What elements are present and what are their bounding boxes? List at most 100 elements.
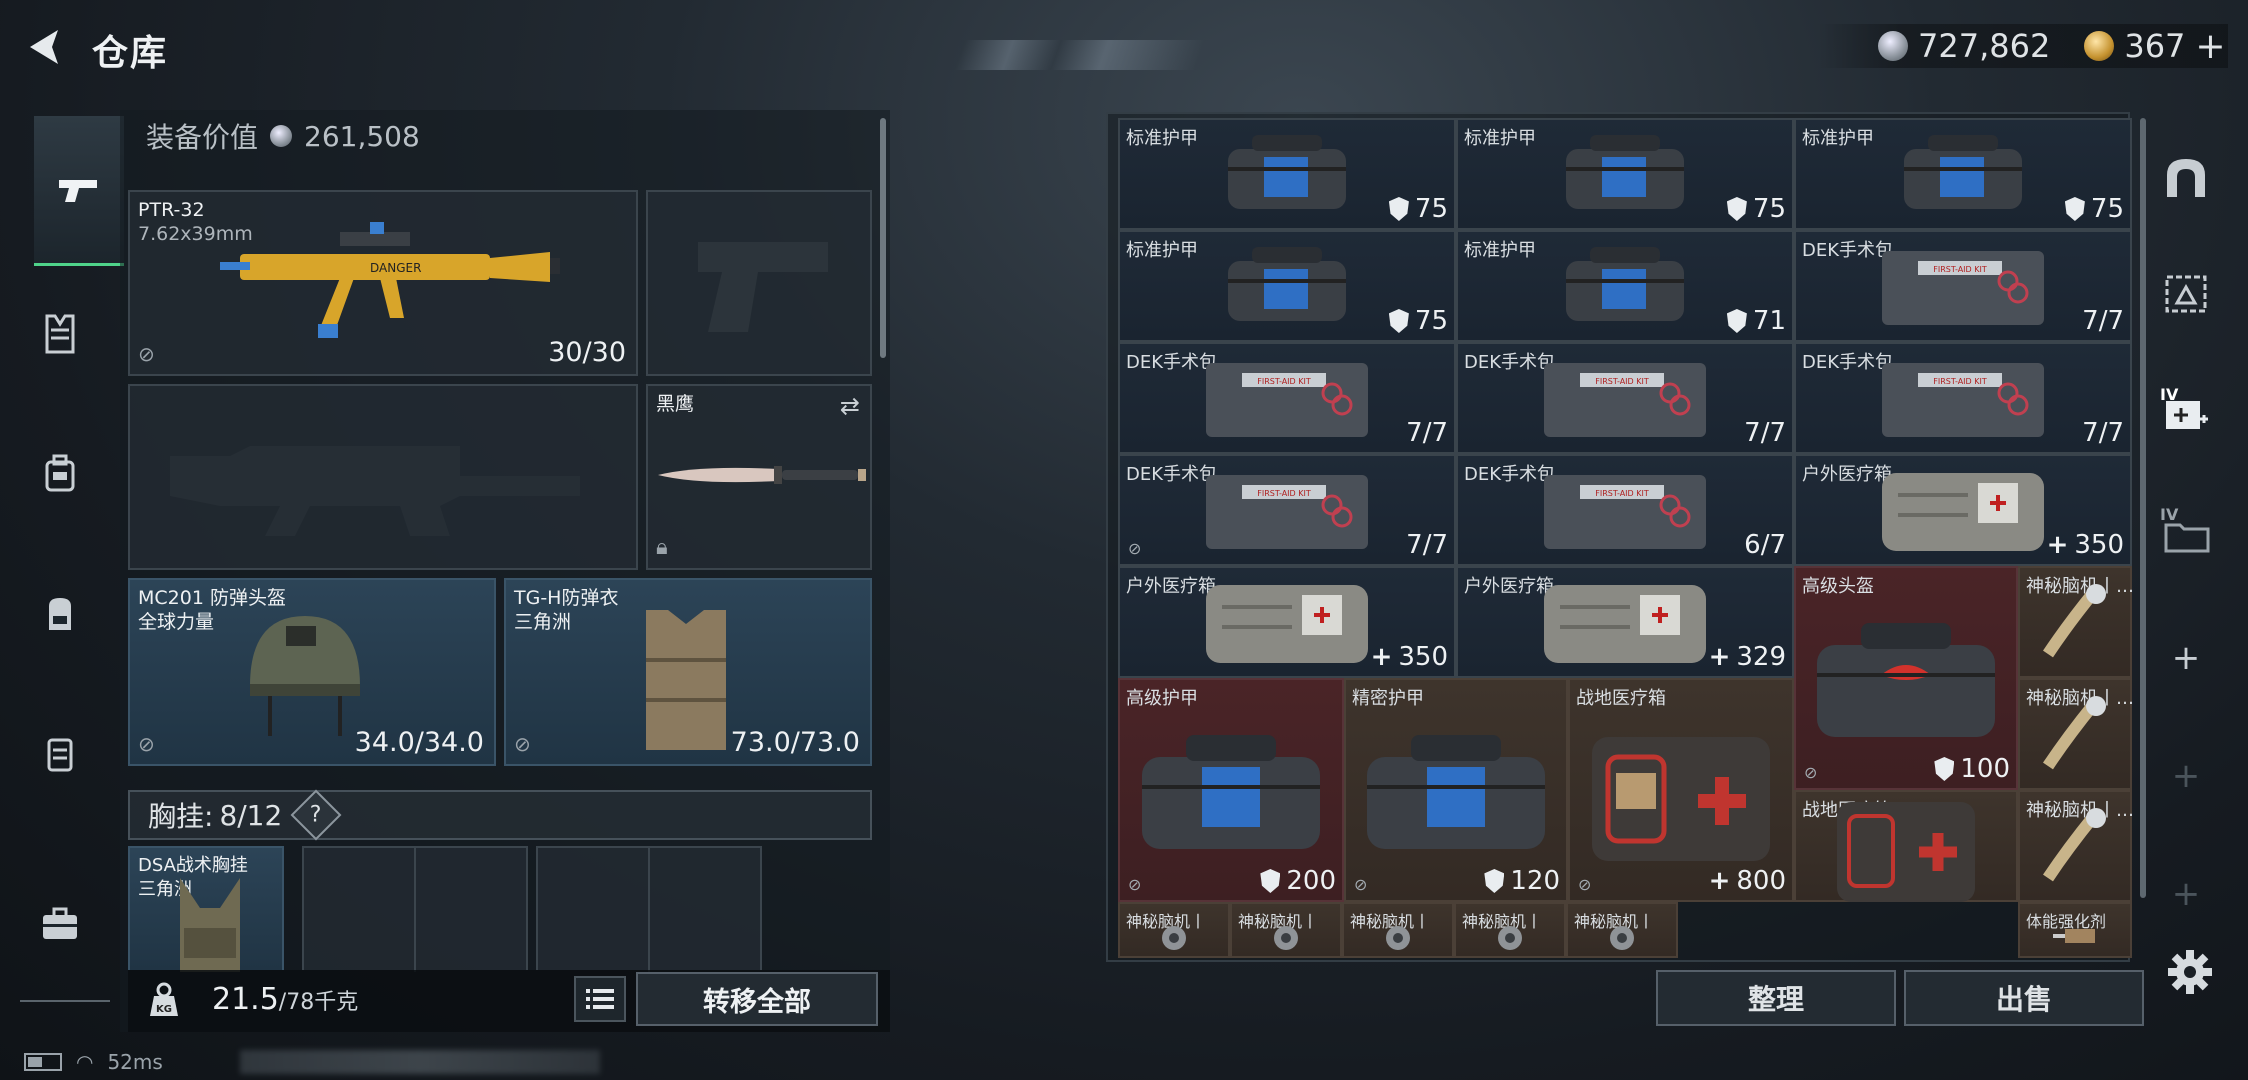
item-value-text: 350 [2074, 530, 2124, 560]
stash-tab-1[interactable] [2154, 146, 2218, 210]
bag-image [1898, 129, 2028, 223]
pouch-slot-2[interactable] [536, 846, 762, 972]
unlock-icon: ⊘ [1128, 539, 1142, 558]
shield-icon [1934, 757, 1955, 781]
chest-rig-capacity: 8/12 [219, 798, 283, 832]
list-icon [586, 989, 614, 1009]
help-button[interactable]: ? [290, 789, 342, 841]
stash-item[interactable]: 神秘脑机丨… [2018, 566, 2132, 678]
melee-slot[interactable]: 黑鹰 ⇄ 🔒︎ [646, 384, 872, 570]
stash-item[interactable]: DEK手术包 FIRST-AID KIT 7/7 [1794, 230, 2132, 342]
stash-item[interactable]: DEK手术包 FIRST-AID KIT 6/7 [1456, 454, 1794, 566]
stash-tab-3[interactable]: IV [2154, 380, 2218, 444]
helmet-tab[interactable] [32, 446, 88, 502]
item-value-text: 75 [1414, 306, 1448, 336]
pouch-slot-1[interactable] [302, 846, 528, 972]
stash-item[interactable]: DEK手术包 FIRST-AID KIT 7/7 [1118, 342, 1456, 454]
secondary-weapon-slot[interactable] [646, 190, 872, 376]
bag-image [1560, 241, 1690, 335]
stash-item[interactable]: 精密护甲 120 ⊘ [1344, 678, 1568, 902]
pouch-image [1202, 577, 1372, 671]
armor-tab[interactable] [32, 306, 88, 362]
stash-item[interactable]: 神秘脑机丨 [1342, 902, 1454, 958]
vault-icon [2167, 159, 2205, 197]
stash-item[interactable]: DEK手术包 FIRST-AID KIT 7/7 [1456, 342, 1794, 454]
svg-text:FIRST-AID KIT: FIRST-AID KIT [1595, 377, 1649, 386]
add-stash-button-3[interactable]: + [2154, 862, 2218, 926]
stash-tab-2[interactable] [2154, 262, 2218, 326]
unlock-icon: ⊘ [1128, 875, 1142, 894]
stash-item[interactable]: 神秘脑机丨 [1230, 902, 1342, 958]
primary-weapon-slot[interactable]: PTR-32 7.62x39mm DANGER ⊘ 30/30 [128, 190, 638, 376]
vest-tab[interactable] [32, 726, 88, 782]
add-stash-button-2[interactable]: + [2154, 744, 2218, 808]
heal-plus-icon: + [1370, 642, 1393, 672]
kit-image: FIRST-AID KIT [1202, 465, 1372, 559]
sort-button[interactable]: 整理 [1656, 970, 1896, 1026]
item-value-text: 6/7 [1744, 530, 1786, 560]
stash-item[interactable]: 神秘脑机丨… [2018, 790, 2132, 902]
silver-amount: 727,862 [1918, 27, 2051, 65]
weight-current: 21.5 [212, 982, 279, 1017]
stash-item[interactable]: 标准护甲 75 [1794, 118, 2132, 230]
gold-amount: 367 [2124, 27, 2186, 65]
stash-item[interactable]: 体能强化剂 [2018, 902, 2132, 958]
stash-item[interactable]: DEK手术包 FIRST-AID KIT 7/7 ⊘ [1118, 454, 1456, 566]
stash-tab-4[interactable]: IV [2154, 500, 2218, 564]
back-arrow-icon[interactable] [22, 24, 68, 70]
stash-item[interactable]: 神秘脑机丨 [1454, 902, 1566, 958]
bag-image [1222, 241, 1352, 335]
item-value: 7/7 [2082, 418, 2124, 448]
helmet-slot[interactable]: MC201 防弹头盔 全球力量 ⊘ 34.0/34.0 [128, 578, 496, 766]
armor-durability: 73.0/73.0 [730, 727, 860, 758]
currency-bar: 727,862 367 + [1818, 24, 2228, 68]
page-title: 仓库 [92, 33, 169, 74]
stash-item[interactable]: 标准护甲 75 [1456, 118, 1794, 230]
weapon-tab[interactable] [34, 116, 124, 266]
unlock-icon: ⊘ [1354, 875, 1368, 894]
equipment-scrollbar[interactable] [880, 118, 886, 358]
transfer-all-button[interactable]: 转移全部 [636, 972, 878, 1026]
shield-icon [1388, 197, 1409, 221]
secondary-primary-slot[interactable] [128, 384, 638, 570]
stash-item[interactable]: 户外医疗箱 +329 [1456, 566, 1794, 678]
sell-button[interactable]: 出售 [1904, 970, 2144, 1026]
kit-image: FIRST-AID KIT [1878, 353, 2048, 447]
item-value: +350 [2047, 530, 2124, 560]
stash-item[interactable]: 户外医疗箱 +350 [1794, 454, 2132, 566]
folder-icon [2164, 523, 2210, 553]
stash-scrollbar[interactable] [2140, 118, 2146, 898]
stash-item[interactable]: 战地医疗箱 +800 ⊘ [1568, 678, 1794, 902]
add-stash-button-1[interactable]: + [2154, 626, 2218, 690]
stash-item[interactable]: 高级护甲 200 ⊘ [1118, 678, 1344, 902]
chest-rig-slot[interactable]: DSA战术胸挂 三角洲 [128, 846, 284, 972]
stash-item[interactable]: 标准护甲 75 [1118, 118, 1456, 230]
swap-icon[interactable]: ⇄ [840, 392, 860, 420]
syringe-image [2045, 923, 2105, 957]
chip-s-image [1490, 921, 1530, 959]
case-tab[interactable] [32, 896, 88, 952]
armor-slot[interactable]: TG-H防弹衣 三角洲 ⊘ 73.0/73.0 [504, 578, 872, 766]
kit-image: FIRST-AID KIT [1878, 241, 2048, 335]
chip-image [2040, 806, 2110, 890]
settings-gear-icon[interactable] [2166, 948, 2214, 996]
chip-s-image [1602, 921, 1642, 959]
stash-item[interactable]: 标准护甲 71 [1456, 230, 1794, 342]
add-gold-button[interactable]: + [2195, 26, 2225, 67]
stash-item[interactable]: 战地医疗箱 [1794, 790, 2018, 903]
stash-item[interactable]: DEK手术包 FIRST-AID KIT 7/7 [1794, 342, 2132, 454]
pistol-icon [59, 179, 97, 202]
item-value: 200 [1260, 866, 1336, 896]
svg-text:FIRST-AID KIT: FIRST-AID KIT [1933, 377, 1987, 386]
stash-item[interactable]: 神秘脑机丨 [1118, 902, 1230, 958]
stash-item[interactable]: 神秘脑机丨 [1566, 902, 1678, 958]
backpack-tab[interactable] [32, 586, 88, 642]
svg-text:FIRST-AID KIT: FIRST-AID KIT [1257, 377, 1311, 386]
stash-item[interactable]: 神秘脑机丨… [2018, 678, 2132, 790]
list-view-button[interactable] [574, 976, 626, 1022]
stash-item[interactable]: 户外医疗箱 +350 [1118, 566, 1456, 678]
stash-item[interactable]: 标准护甲 75 [1118, 230, 1456, 342]
item-name: 标准护甲 [1464, 128, 1536, 149]
item-name: 精密护甲 [1352, 688, 1424, 709]
stash-item[interactable]: 高级头盔 100 ⊘ [1794, 566, 2018, 790]
